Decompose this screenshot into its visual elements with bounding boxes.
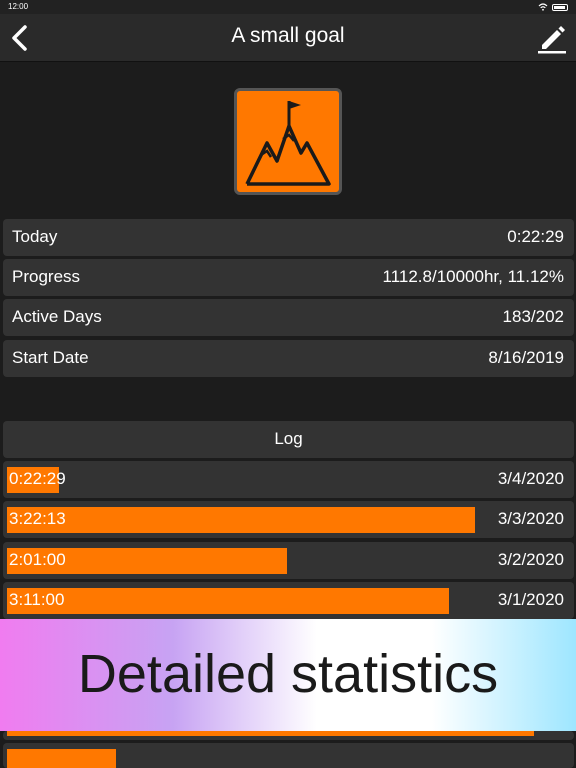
info-label: Active Days	[12, 307, 102, 326]
page-title: A small goal	[231, 24, 345, 47]
info-row-start-date: Start Date 8/16/2019	[3, 340, 574, 377]
log-date: 3/3/2020	[497, 509, 564, 528]
status-icons	[538, 3, 568, 11]
info-value: 1112.8/10000hr, 11.12%	[382, 267, 565, 286]
log-duration: 3:11:00	[9, 590, 65, 609]
log-duration-bar	[7, 588, 449, 614]
log-date: 3/2/2020	[497, 550, 564, 569]
info-row-progress: Progress 1112.8/10000hr, 11.12%	[3, 259, 574, 296]
log-duration-bar	[7, 731, 534, 736]
log-duration: 0:22:29	[9, 469, 66, 488]
log-title: Log	[274, 429, 303, 448]
info-label: Progress	[12, 267, 81, 286]
info-value: 183/202	[502, 307, 564, 326]
battery-icon	[552, 3, 568, 11]
wifi-icon	[538, 3, 548, 11]
goal-icon[interactable]	[234, 88, 342, 195]
status-time: 12:00	[8, 2, 29, 11]
log-row[interactable]: 3:22:13 3/3/2020	[3, 501, 574, 538]
info-row-today: Today 0:22:29	[3, 219, 574, 256]
info-label: Start Date	[12, 348, 89, 367]
info-value: 8/16/2019	[488, 348, 564, 367]
mountain-flag-icon	[245, 101, 331, 186]
log-header: Log	[3, 421, 574, 458]
log-row-partial[interactable]	[3, 731, 574, 740]
log-duration: 2:01:00	[9, 550, 66, 569]
edit-button[interactable]	[534, 20, 570, 56]
info-row-active-days: Active Days 183/202	[3, 299, 574, 336]
status-bar: 12:00	[0, 0, 576, 14]
log-duration-bar	[7, 507, 475, 533]
info-label: Today	[12, 227, 58, 246]
log-row[interactable]: 3:11:00 3/1/2020	[3, 582, 574, 619]
promo-text: Detailed statistics	[77, 644, 499, 704]
log-row[interactable]: 0:22:29 3/4/2020	[3, 461, 574, 498]
log-date: 3/1/2020	[497, 590, 564, 609]
pencil-icon	[538, 26, 566, 54]
navigation-bar: A small goal	[0, 14, 576, 62]
promo-banner: Detailed statistics	[0, 619, 576, 731]
log-duration-bar	[7, 749, 116, 768]
log-row-partial[interactable]	[3, 743, 574, 768]
log-date: 3/4/2020	[497, 469, 564, 488]
log-duration: 3:22:13	[9, 509, 66, 528]
log-row[interactable]: 2:01:00 3/2/2020	[3, 542, 574, 579]
info-value: 0:22:29	[507, 227, 564, 246]
